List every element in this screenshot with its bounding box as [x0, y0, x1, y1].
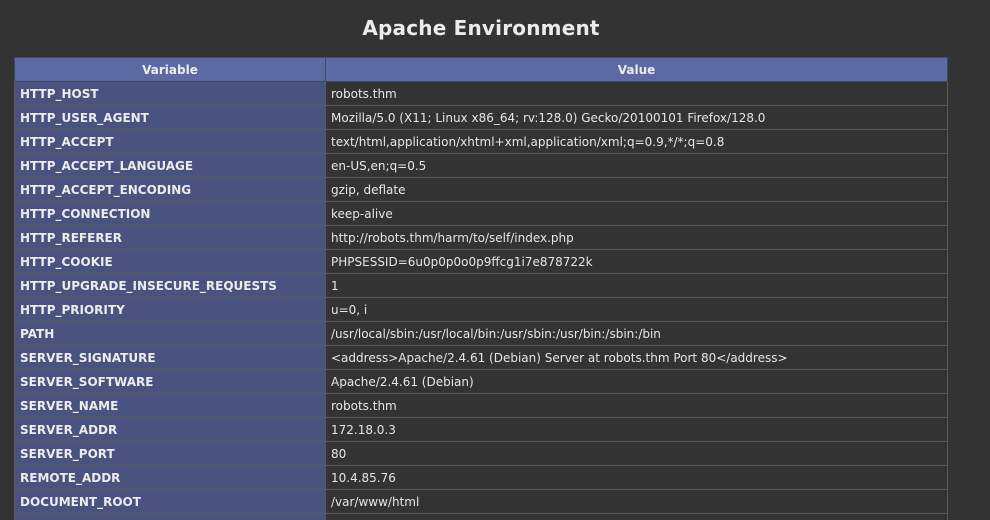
table-row: HTTP_ACCEPT text/html,application/xhtml+x…: [14, 129, 948, 154]
variable-name: PATH: [14, 321, 326, 346]
page: Apache Environment Variable Value HTTP_H…: [0, 0, 990, 520]
variable-name: HTTP_CONNECTION: [14, 201, 326, 226]
table-row: SERVER_SOFTWARE Apache/2.4.61 (Debian): [14, 369, 948, 394]
table-row: HTTP_CONNECTION keep-alive: [14, 201, 948, 226]
variable-value: Mozilla/5.0 (X11; Linux x86_64; rv:128.0…: [325, 105, 948, 130]
variable-name: [14, 513, 326, 520]
variable-name: HTTP_ACCEPT: [14, 129, 326, 154]
variable-value: <address>Apache/2.4.61 (Debian) Server a…: [325, 345, 948, 370]
variable-name: HTTP_USER_AGENT: [14, 105, 326, 130]
table-row: HTTP_HOST robots.thm: [14, 81, 948, 106]
variable-value: robots.thm: [325, 393, 948, 418]
variable-name: HTTP_REFERER: [14, 225, 326, 250]
table-row: DOCUMENT_ROOT/var/www/html: [14, 489, 948, 514]
variable-name: REMOTE_ADDR: [14, 465, 326, 490]
table-row: SERVER_PORT 80: [14, 441, 948, 466]
variable-name: HTTP_UPGRADE_INSECURE_REQUESTS: [14, 273, 326, 298]
table-row: SERVER_NAME robots.thm: [14, 393, 948, 418]
variable-name: SERVER_SOFTWARE: [14, 369, 326, 394]
variable-name: HTTP_ACCEPT_ENCODING: [14, 177, 326, 202]
column-header-variable: Variable: [14, 57, 326, 82]
variable-value: http://robots.thm/harm/to/self/index.php: [325, 225, 948, 250]
variable-value: robots.thm: [325, 81, 948, 106]
table-row: REMOTE_ADDR 10.4.85.76: [14, 465, 948, 490]
table-row: HTTP_REFERER http://robots.thm/harm/to/se…: [14, 225, 948, 250]
table-header-row: Variable Value: [14, 57, 948, 82]
page-title: Apache Environment: [362, 16, 600, 40]
variable-value: 10.4.85.76: [325, 465, 948, 490]
variable-name: HTTP_HOST: [14, 81, 326, 106]
variable-value: /usr/local/sbin:/usr/local/bin:/usr/sbin…: [325, 321, 948, 346]
table-row: HTTP_ACCEPT_ENCODING gzip, deflate: [14, 177, 948, 202]
column-header-value: Value: [325, 57, 948, 82]
variable-value: u=0, i: [325, 297, 948, 322]
table-row: HTTP_PRIORITY u=0, i: [14, 297, 948, 322]
variable-value: gzip, deflate: [325, 177, 948, 202]
table-row: HTTP_UPGRADE_INSECURE_REQUESTS 1: [14, 273, 948, 298]
table-row: [14, 513, 948, 520]
variable-value: PHPSESSID=6u0p0p0o0p9ffcg1i7e878722k: [325, 249, 948, 274]
variable-name: SERVER_NAME: [14, 393, 326, 418]
apache-environment-table: Variable Value HTTP_HOST robots.thm HTTP_…: [14, 57, 948, 520]
table-row: SERVER_SIGNATURE <address>Apache/2.4.61 (…: [14, 345, 948, 370]
table-row: HTTP_ACCEPT_LANGUAGE en-US,en;q=0.5: [14, 153, 948, 178]
variable-name: HTTP_ACCEPT_LANGUAGE: [14, 153, 326, 178]
variable-value: en-US,en;q=0.5: [325, 153, 948, 178]
variable-value: /var/www/html: [325, 489, 948, 514]
variable-value: keep-alive: [325, 201, 948, 226]
table-row: HTTP_COOKIE PHPSESSID=6u0p0p0o0p9ffcg1i7e…: [14, 249, 948, 274]
table-row: SERVER_ADDR 172.18.0.3: [14, 417, 948, 442]
variable-value: 1: [325, 273, 948, 298]
variable-name: SERVER_ADDR: [14, 417, 326, 442]
variable-name: SERVER_PORT: [14, 441, 326, 466]
table-row: PATH/usr/local/sbin:/usr/local/bin:/usr/…: [14, 321, 948, 346]
variable-name: HTTP_COOKIE: [14, 249, 326, 274]
variable-name: SERVER_SIGNATURE: [14, 345, 326, 370]
table-row: HTTP_USER_AGENT Mozilla/5.0 (X11; Linux x…: [14, 105, 948, 130]
variable-name: DOCUMENT_ROOT: [14, 489, 326, 514]
variable-value: Apache/2.4.61 (Debian): [325, 369, 948, 394]
variable-value: 172.18.0.3: [325, 417, 948, 442]
variable-value: [325, 513, 948, 520]
variable-value: 80: [325, 441, 948, 466]
variable-name: HTTP_PRIORITY: [14, 297, 326, 322]
variable-value: text/html,application/xhtml+xml,applicat…: [325, 129, 948, 154]
